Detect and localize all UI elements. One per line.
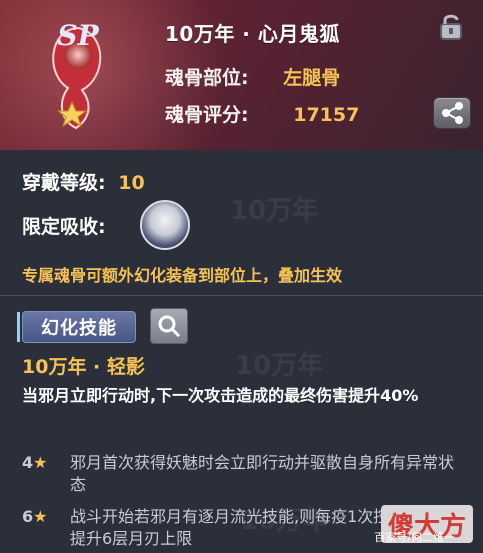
section-divider	[0, 295, 483, 296]
search-button[interactable]	[150, 308, 188, 344]
watermark: 10万年	[235, 351, 324, 381]
corner-source-note: 百家号/何二维一	[374, 531, 455, 544]
bone-title: 10万年 · 心月鬼狐	[165, 22, 340, 46]
star-icon: ★	[33, 507, 48, 526]
search-icon	[158, 315, 181, 338]
bone-score-label: 魂骨评分:	[165, 104, 249, 126]
bone-part-label: 魂骨部位:	[165, 67, 249, 89]
lock-icon	[440, 14, 462, 40]
bone-portrait-icon: SP	[52, 19, 102, 130]
upgrade-text: 邪月首次获得妖魅时会立即行动并驱散自身所有异常状态	[70, 453, 455, 494]
lock-button[interactable]	[433, 12, 469, 42]
upgrade-level: 6	[22, 507, 34, 526]
bone-score-row: 魂骨评分: 17157	[165, 100, 359, 127]
upgrade-tag: 6★	[22, 506, 70, 550]
share-icon	[442, 102, 463, 124]
upgrade-level: 4	[22, 453, 34, 472]
bone-part-value: 左腿骨	[283, 67, 341, 89]
bone-header-panel: SP 10万年 · 心月鬼狐 魂骨部位: 左腿骨 魂骨评分: 17157	[0, 0, 483, 150]
skill-upgrade-4star: 4★ 邪月首次获得妖魅时会立即行动并驱散自身所有异常状态	[22, 452, 462, 496]
skill-description: 当邪月立即行动时,下一次攻击造成的最终伤害提升40%	[22, 386, 419, 405]
bone-score-value: 17157	[293, 104, 360, 126]
absorb-character-avatar[interactable]	[140, 200, 190, 250]
bone-part-row: 魂骨部位: 左腿骨	[165, 63, 340, 90]
sp-badge: SP	[57, 19, 99, 52]
skill-name: 10万年 · 轻影	[22, 356, 145, 378]
exclusive-hint: 专属魂骨可额外幻化装备到部位上，叠加生效	[22, 266, 343, 285]
wear-level-value: 10	[118, 172, 145, 194]
limit-absorb-label: 限定吸收:	[22, 216, 106, 238]
share-button[interactable]	[433, 97, 471, 129]
star-icon: ★	[33, 453, 48, 472]
wear-level-row: 穿戴等级: 10	[22, 168, 145, 195]
watermark: 10万年	[230, 196, 319, 226]
wear-level-label: 穿戴等级:	[22, 172, 106, 194]
upgrade-tag: 4★	[22, 452, 70, 496]
tab-transform-skill[interactable]: 幻化技能	[17, 311, 136, 343]
